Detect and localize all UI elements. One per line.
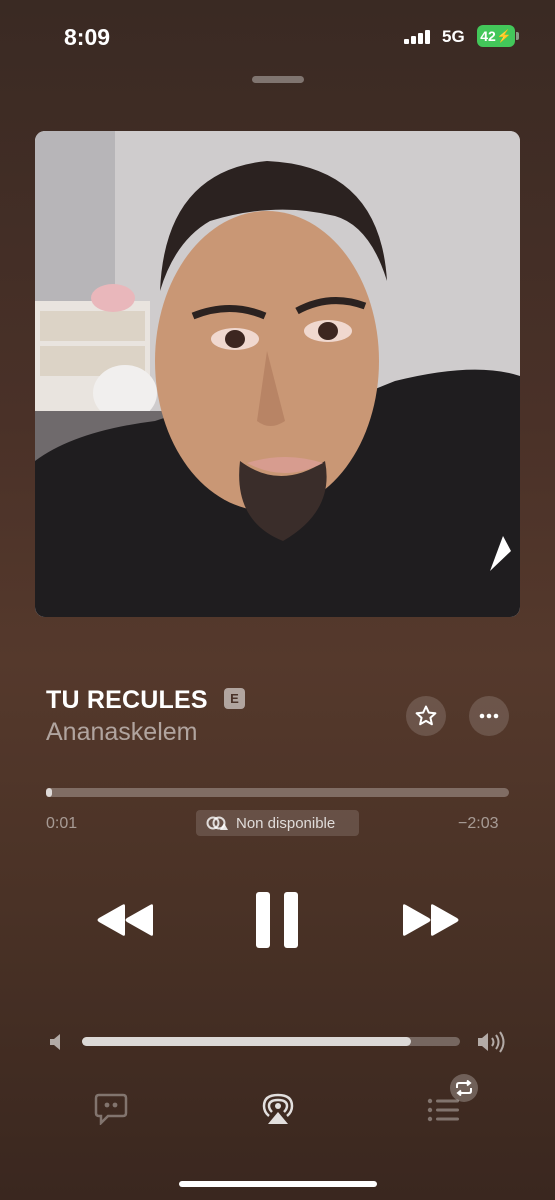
- star-icon: [415, 705, 437, 726]
- repeat-indicator[interactable]: [450, 1074, 478, 1102]
- favorite-button[interactable]: [406, 696, 446, 736]
- status-bar: 8:09 5G 42 ⚡: [0, 0, 555, 70]
- lossless-unavailable-icon: [206, 816, 228, 830]
- repeat-icon: [456, 1080, 472, 1096]
- volume-fill: [82, 1037, 411, 1046]
- pause-button[interactable]: [254, 890, 300, 955]
- album-artwork: [35, 131, 520, 617]
- home-indicator[interactable]: [179, 1181, 377, 1187]
- availability-label: Non disponible: [236, 814, 336, 832]
- availability-badge: Non disponible: [196, 810, 359, 836]
- rewind-icon: [97, 904, 153, 936]
- rewind-button[interactable]: [96, 900, 156, 945]
- more-icon: [479, 713, 499, 719]
- playback-scrubber[interactable]: [46, 788, 509, 797]
- network-type: 5G: [442, 27, 465, 46]
- artist-name[interactable]: Ananaskelem: [46, 718, 197, 747]
- volume-slider[interactable]: [82, 1037, 460, 1046]
- album-artwork-portrait: [35, 131, 520, 617]
- airplay-icon: [262, 1093, 294, 1124]
- elapsed-time: 0:01: [46, 815, 78, 832]
- fast-forward-icon: [403, 904, 459, 936]
- queue-icon: [427, 1098, 459, 1122]
- more-button[interactable]: [469, 696, 509, 736]
- forward-button[interactable]: [400, 900, 460, 945]
- lyrics-icon: [94, 1093, 128, 1127]
- battery-tip: [516, 32, 519, 40]
- battery-icon: 42 ⚡: [477, 25, 515, 47]
- volume-low-icon: [48, 1033, 64, 1056]
- status-time: 8:09: [64, 24, 111, 50]
- queue-button[interactable]: [427, 1097, 461, 1128]
- airplay-button[interactable]: [261, 1092, 295, 1131]
- sheet-grabber[interactable]: [252, 76, 304, 83]
- battery-level: 42: [480, 28, 496, 44]
- pause-icon: [256, 892, 298, 948]
- lyrics-button[interactable]: [94, 1093, 128, 1130]
- remaining-time: −2:03: [458, 815, 499, 832]
- playback-progress-fill: [46, 788, 52, 797]
- signal-icon: [404, 29, 434, 44]
- song-title: TU RECULES: [46, 686, 208, 714]
- volume-high-icon: [476, 1031, 506, 1058]
- explicit-badge: E: [224, 688, 245, 709]
